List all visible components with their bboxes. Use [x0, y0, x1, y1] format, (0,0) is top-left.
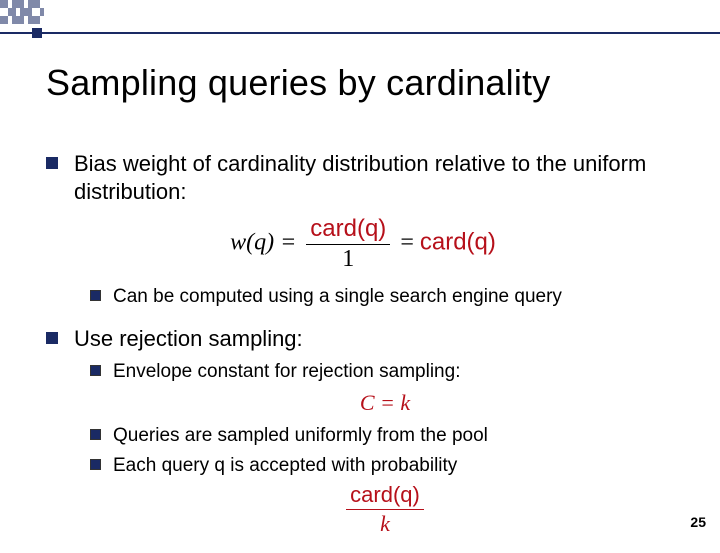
fraction-numerator: card(q) — [346, 482, 424, 510]
bullet-text: Use rejection sampling: — [74, 325, 303, 353]
fraction-numerator: card(q) — [306, 215, 390, 245]
slide: Sampling queries by cardinality Bias wei… — [0, 0, 720, 540]
slide-title: Sampling queries by cardinality — [46, 62, 550, 104]
square-bullet-icon — [46, 157, 58, 169]
bullet-item: Use rejection sampling: Envelope constan… — [46, 325, 680, 537]
slide-body: Bias weight of cardinality distribution … — [46, 150, 680, 553]
formula-rhs: card(q) — [420, 229, 496, 256]
bullet-list-level-1: Bias weight of cardinality distribution … — [46, 150, 680, 537]
bullet-list-level-2: Can be computed using a single search en… — [90, 285, 680, 309]
sub-bullet-item: Queries are sampled uniformly from the p… — [90, 424, 680, 448]
page-number: 25 — [690, 514, 706, 530]
sub-bullet-text: Each query q is accepted with probabilit… — [113, 454, 457, 478]
bullet-item: Bias weight of cardinality distribution … — [46, 150, 680, 309]
formula-fraction: card(q) 1 — [306, 215, 390, 273]
sub-bullet-text: Queries are sampled uniformly from the p… — [113, 424, 488, 448]
sub-bullet-text: Envelope constant for rejection sampling… — [113, 360, 460, 384]
bullet-text: Bias weight of cardinality distribution … — [74, 150, 680, 205]
bullet-list-level-2: Envelope constant for rejection sampling… — [90, 360, 680, 536]
hollow-square-bullet-icon — [90, 365, 101, 376]
formula-equals: = — [400, 230, 420, 256]
fraction-denominator: 1 — [306, 245, 390, 273]
hollow-square-bullet-icon — [90, 459, 101, 470]
corner-checker-pattern — [0, 0, 44, 30]
fraction-denominator: k — [346, 510, 424, 537]
formula-accept-probability: card(q) k — [90, 482, 680, 537]
sub-bullet-item: Each query q is accepted with probabilit… — [90, 454, 680, 537]
formula-envelope: C = k — [90, 390, 680, 416]
formula-weight: w(q) = card(q) 1 = card(q) — [46, 215, 680, 273]
formula-lhs: w(q) = — [230, 230, 296, 256]
hollow-square-bullet-icon — [90, 429, 101, 440]
hollow-square-bullet-icon — [90, 290, 101, 301]
sub-bullet-item: Envelope constant for rejection sampling… — [90, 360, 680, 416]
sub-bullet-text: Can be computed using a single search en… — [113, 285, 562, 309]
slide-decoration — [0, 0, 720, 46]
sub-bullet-item: Can be computed using a single search en… — [90, 285, 680, 309]
top-divider-line — [0, 32, 720, 34]
square-bullet-icon — [46, 332, 58, 344]
